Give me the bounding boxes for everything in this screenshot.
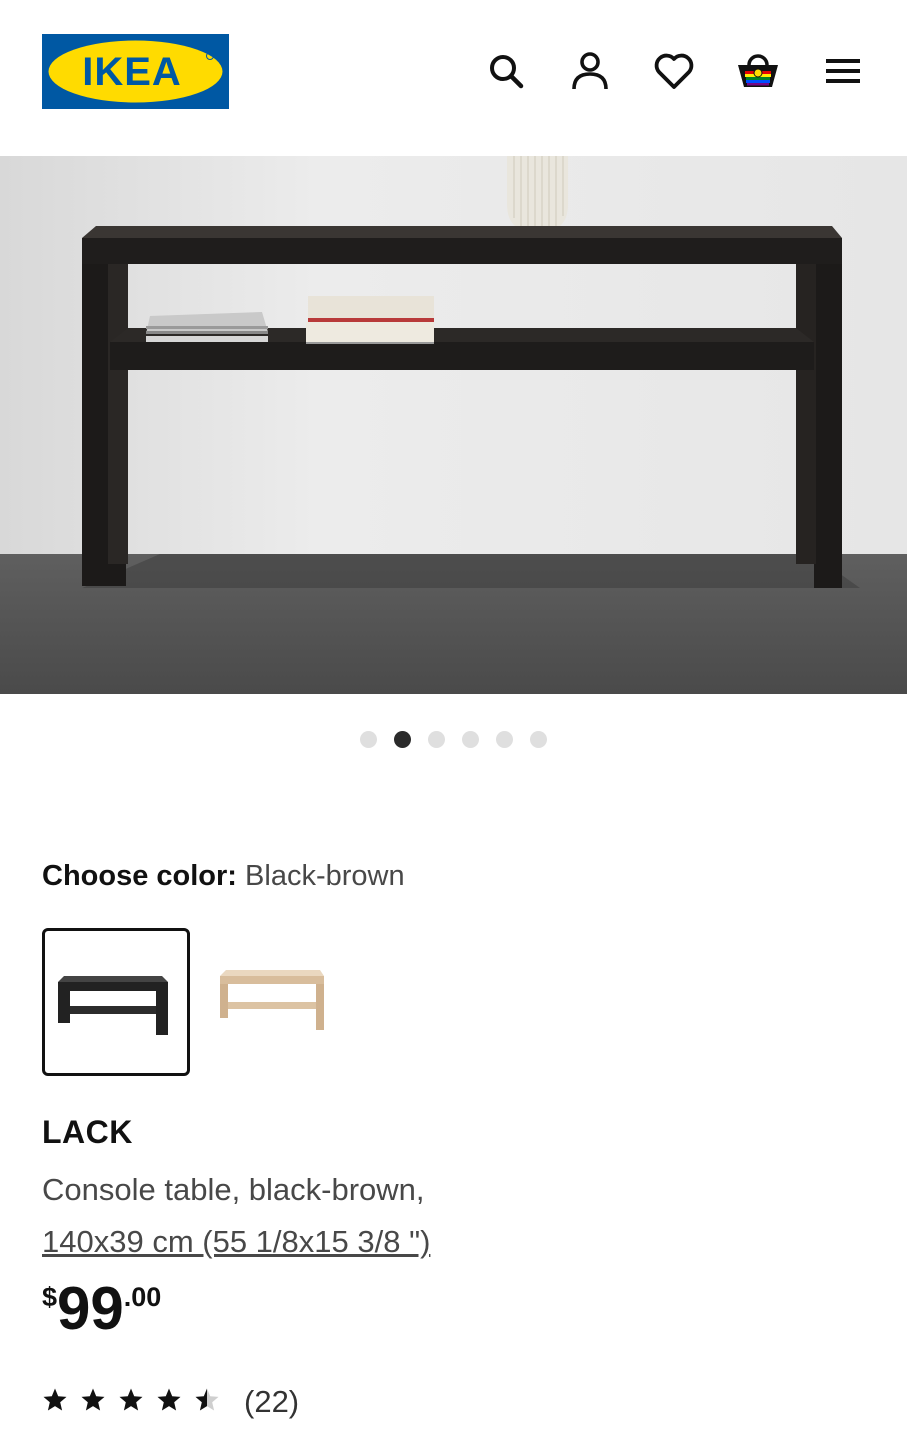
svg-text:IKEA: IKEA	[82, 50, 182, 94]
price-currency: $	[42, 1282, 58, 1312]
star-full-icon	[80, 1387, 106, 1418]
ikea-logo[interactable]: IKEA	[42, 34, 229, 109]
star-full-icon	[42, 1387, 68, 1418]
price-decimal: .00	[123, 1282, 162, 1312]
product-price: $99.00	[42, 1276, 161, 1342]
carousel-dot[interactable]	[530, 731, 547, 748]
product-description: Console table, black-brown, 140x39 cm (5…	[42, 1164, 602, 1268]
review-count: (22)	[244, 1384, 300, 1419]
color-chooser-label: Choose color: Black-brown	[42, 860, 405, 893]
color-swatch-black-brown[interactable]	[42, 928, 190, 1076]
carousel-dot[interactable]	[462, 731, 479, 748]
search-icon[interactable]	[483, 48, 529, 94]
site-header: IKEA	[0, 0, 907, 156]
menu-icon[interactable]	[820, 48, 866, 94]
product-name: LACK	[42, 1114, 133, 1150]
product-rating[interactable]: (22)	[42, 1380, 299, 1424]
product-image[interactable]	[0, 156, 907, 694]
star-half-icon	[194, 1387, 220, 1418]
heart-icon[interactable]	[651, 48, 697, 94]
cart-icon[interactable]	[735, 48, 781, 94]
carousel-dot-active[interactable]	[394, 731, 411, 748]
product-measurement-link[interactable]: 140x39 cm (55 1/8x15 3/8 ")	[42, 1216, 602, 1268]
rating-stars	[42, 1387, 220, 1418]
price-integer: 99	[57, 1275, 124, 1342]
selected-color-value: Black-brown	[245, 860, 405, 892]
star-full-icon	[156, 1387, 182, 1418]
product-type: Console table, black-brown,	[42, 1172, 425, 1207]
carousel-dot[interactable]	[428, 731, 445, 748]
choose-color-label: Choose color:	[42, 860, 237, 892]
image-carousel-dots	[0, 731, 907, 749]
carousel-dot[interactable]	[360, 731, 377, 748]
star-full-icon	[118, 1387, 144, 1418]
carousel-dot[interactable]	[496, 731, 513, 748]
color-swatch-white-stained-oak[interactable]	[198, 928, 346, 1076]
user-icon[interactable]	[567, 48, 613, 94]
